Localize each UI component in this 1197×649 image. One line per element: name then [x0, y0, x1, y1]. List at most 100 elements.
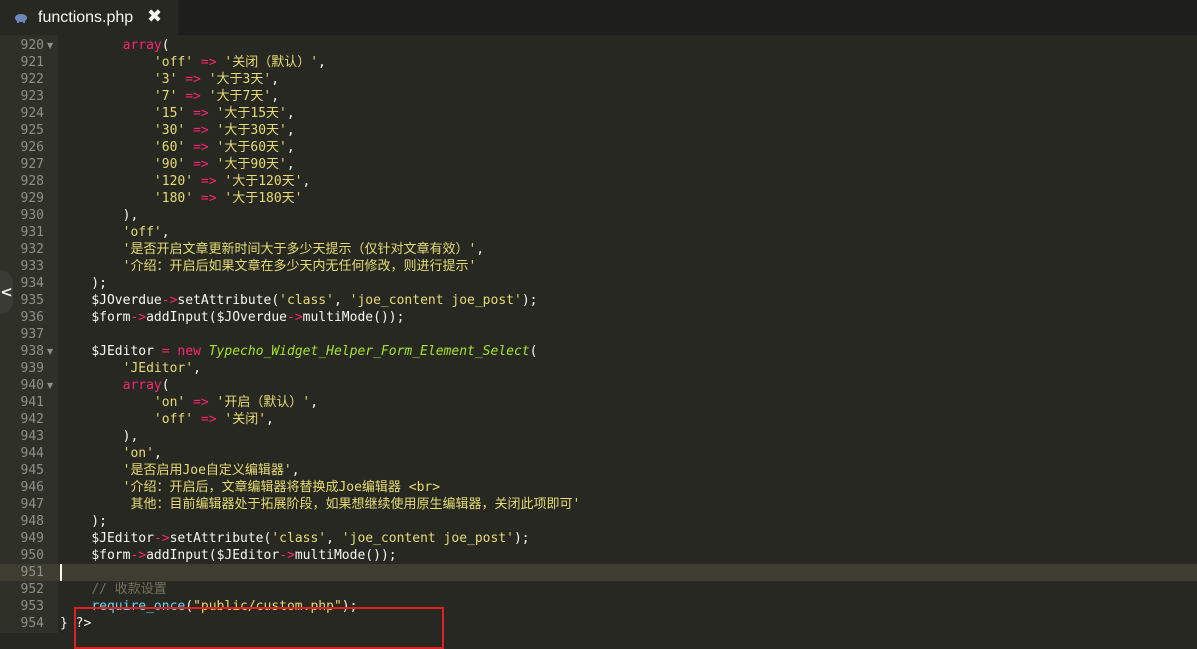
fold-arrow-icon[interactable]: ▼ — [47, 377, 53, 394]
code-line[interactable]: 924 '15' => '大于15天', — [0, 105, 1197, 122]
code-line[interactable]: 946 '介绍：开启后，文章编辑器将替换成Joe编辑器 <br> — [0, 479, 1197, 496]
code-token: ); — [60, 276, 107, 291]
code-token: setAttribute — [177, 293, 272, 308]
tab-label: functions.php — [38, 8, 134, 26]
code-token: '90' — [153, 157, 186, 172]
code-token: ( — [161, 378, 170, 393]
code-line[interactable]: 927 '90' => '大于90天', — [0, 156, 1197, 173]
code-token: , — [286, 123, 295, 138]
code-line[interactable]: 943 ), — [0, 428, 1197, 445]
code-token: => — [193, 157, 209, 172]
code-line[interactable]: 949 $JEditor->setAttribute('class', 'joe… — [0, 530, 1197, 547]
code-line[interactable]: 933 '介绍：开启后如果文章在多少天内无任何修改，则进行提示' — [0, 258, 1197, 275]
code-token: => — [193, 140, 209, 155]
line-number: 924 — [20, 106, 44, 121]
code-line[interactable]: 930 ), — [0, 207, 1197, 224]
code-line[interactable]: 948 ); — [0, 513, 1197, 530]
code-token: 'JEditor' — [122, 361, 194, 376]
code-line[interactable]: 952 // 收款设置 — [0, 581, 1197, 598]
code-token: => — [200, 174, 217, 189]
code-token: $form — [91, 548, 131, 563]
code-token: -> — [130, 310, 147, 325]
code-text: '是否启用Joe自定义编辑器', — [60, 462, 300, 479]
code-line[interactable]: 941 'on' => '开启（默认）', — [0, 394, 1197, 411]
code-line[interactable]: 940 ▼ array( — [0, 377, 1197, 394]
code-editor[interactable]: 920 ▼ array(921 'off' => '关闭（默认）', 922 '3'… — [0, 35, 1197, 649]
code-line[interactable]: 923 '7' => '大于7天', — [0, 88, 1197, 105]
php-elephant-icon — [15, 13, 27, 23]
code-line[interactable]: 928 '120' => '大于120天', — [0, 173, 1197, 190]
code-token: 'joe_content joe_post' — [341, 531, 514, 546]
code-token: -> — [279, 548, 295, 563]
code-token: '大于30天' — [216, 123, 287, 138]
highlight-box — [74, 607, 444, 649]
code-line[interactable]: 950 $form->addInput($JEditor->multiMode(… — [0, 547, 1197, 564]
code-token: $JEditor — [216, 548, 280, 563]
code-line[interactable]: 937 — [0, 326, 1197, 343]
code-line[interactable]: 942 'off' => '关闭', — [0, 411, 1197, 428]
close-icon[interactable]: ✖ — [147, 6, 162, 27]
line-number: 926 — [20, 140, 44, 155]
code-line[interactable]: 920 ▼ array( — [0, 37, 1197, 54]
line-number: 950 — [20, 548, 44, 563]
code-token: = — [161, 344, 170, 359]
code-token: , — [271, 89, 280, 104]
code-line[interactable]: 925 '30' => '大于30天', — [0, 122, 1197, 139]
fold-arrow-icon[interactable]: ▼ — [47, 37, 53, 54]
code-text: '90' => '大于90天', — [60, 156, 295, 173]
code-text: 'off' => '关闭（默认）', — [60, 54, 326, 71]
code-token: '关闭' — [224, 412, 267, 427]
code-line[interactable]: 929 '180' => '大于180天' — [0, 190, 1197, 207]
code-text: '介绍：开启后，文章编辑器将替换成Joe编辑器 <br> — [60, 479, 440, 496]
code-text: '120' => '大于120天', — [60, 173, 310, 190]
line-number: 941 — [20, 395, 44, 410]
code-token: '3' — [153, 72, 178, 87]
code-line[interactable]: 921 'off' => '关闭（默认）', — [0, 54, 1197, 71]
tab-functions-php[interactable]: functions.php ✖ — [0, 0, 178, 35]
code-line[interactable]: 938 ▼ $JEditor = new Typecho_Widget_Helpe… — [0, 343, 1197, 360]
code-token: -> — [153, 531, 170, 546]
code-line[interactable]: 947 其他：目前编辑器处于拓展阶段，如果想继续使用原生编辑器，关闭此项即可' — [0, 496, 1197, 513]
code-line[interactable]: 922 '3' => '大于3天', — [0, 71, 1197, 88]
code-token: , — [326, 531, 342, 546]
code-line[interactable]: 944 'on', — [0, 445, 1197, 462]
code-line[interactable]: 935 $JOverdue->setAttribute('class', 'jo… — [0, 292, 1197, 309]
code-text: array( — [60, 37, 170, 54]
code-line[interactable]: 945 '是否启用Joe自定义编辑器', — [0, 462, 1197, 479]
code-line[interactable]: 934 ); — [0, 275, 1197, 292]
code-text: '15' => '大于15天', — [60, 105, 295, 122]
code-token: , — [286, 106, 295, 121]
fold-arrow-icon[interactable]: ▼ — [47, 343, 53, 360]
code-token: '大于120天' — [224, 174, 303, 189]
sidebar-toggle[interactable]: < — [0, 270, 13, 314]
code-token: , — [476, 242, 485, 257]
code-token: 其他：目前编辑器处于拓展阶段，如果想继续使用原生编辑器，关闭此项即可' — [130, 497, 581, 512]
code-line[interactable]: 936 $form->addInput($JOverdue->multiMode… — [0, 309, 1197, 326]
code-line[interactable]: 926 '60' => '大于60天', — [0, 139, 1197, 156]
code-text: $form->addInput($JOverdue->multiMode()); — [60, 309, 404, 326]
code-token: , — [333, 293, 350, 308]
code-line[interactable]: 932 '是否开启文章更新时间大于多少天提示（仅针对文章有效）', — [0, 241, 1197, 258]
line-number: 921 — [20, 55, 44, 70]
code-token: ()); — [365, 548, 397, 563]
code-line[interactable]: 951 — [0, 564, 1197, 581]
code-token: ( — [208, 548, 217, 563]
code-text: 'off' => '关闭', — [60, 411, 274, 428]
code-text: 'off', — [60, 224, 170, 241]
code-text: '是否开启文章更新时间大于多少天提示（仅针对文章有效）', — [60, 241, 484, 258]
code-line[interactable]: 939 'JEditor', — [0, 360, 1197, 377]
code-line[interactable]: 931 'off', — [0, 224, 1197, 241]
